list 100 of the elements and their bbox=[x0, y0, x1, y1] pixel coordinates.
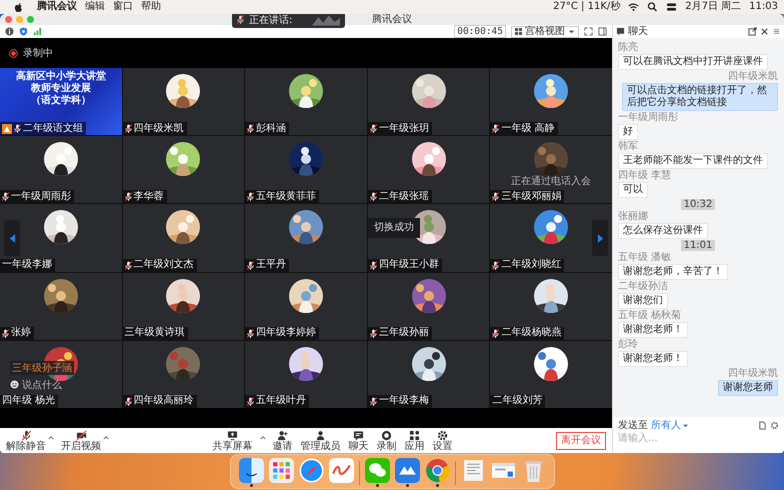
message-bubble: 可以 bbox=[618, 182, 648, 198]
signal-icon[interactable] bbox=[33, 27, 42, 36]
file-icon[interactable] bbox=[758, 420, 767, 430]
connection-note: 正在通过电话入会 bbox=[511, 176, 592, 188]
slide-text: （语文学科） bbox=[30, 95, 91, 107]
muted-mic-icon bbox=[247, 124, 254, 134]
toolbar-button[interactable]: 解除静音 bbox=[5, 430, 47, 452]
menu-item[interactable]: 帮助 bbox=[141, 0, 161, 14]
toolbar-button[interactable]: 设置 bbox=[432, 430, 454, 452]
close-button[interactable] bbox=[5, 16, 12, 23]
toolbar-button[interactable]: 共享屏幕 bbox=[212, 430, 254, 452]
message-sender: 彭玲 bbox=[618, 339, 638, 350]
muted-mic-icon bbox=[370, 124, 377, 134]
presenter-icon bbox=[2, 124, 12, 134]
muted-mic-icon bbox=[124, 260, 132, 270]
participant-name: 三年级黄诗琪 bbox=[124, 327, 185, 340]
toolbar-button[interactable]: 邀请 bbox=[272, 430, 294, 452]
message-bubble: 谢谢您老师 bbox=[718, 380, 778, 396]
participant-name: 四年级高丽玲 bbox=[134, 395, 194, 408]
muted-mic-icon bbox=[124, 192, 132, 202]
toolbar-button[interactable]: 管理成员 bbox=[300, 430, 342, 452]
info-icon[interactable] bbox=[5, 27, 14, 36]
muted-mic-icon bbox=[370, 396, 377, 406]
app-grid-icon[interactable] bbox=[268, 458, 294, 483]
participant-name: 四年级李婷婷 bbox=[256, 327, 316, 340]
wifi-icon[interactable] bbox=[628, 2, 640, 12]
participant-name: 一年级 高静 bbox=[501, 122, 555, 135]
message-bubble: 怎么保存这份课件 bbox=[618, 223, 708, 239]
chat-input-area[interactable]: 发送至 所有人 请输入... bbox=[613, 417, 784, 453]
menu-icon[interactable] bbox=[772, 27, 781, 36]
message-sender: 五年级 潘敏 bbox=[618, 252, 672, 263]
menu-item[interactable]: 腾讯会议 bbox=[37, 0, 77, 14]
message-bubble: 谢谢您们 bbox=[618, 293, 668, 309]
fullscreen-icon[interactable] bbox=[584, 27, 593, 36]
participant-name: 四年级王小群 bbox=[378, 259, 439, 272]
apple-logo-icon[interactable] bbox=[14, 2, 23, 12]
speaking-label: 正在讲话: bbox=[249, 14, 292, 26]
recording-icon bbox=[9, 48, 18, 58]
toolbar-button[interactable]: 开启视频 bbox=[60, 430, 102, 452]
message-bubble: 好 bbox=[618, 124, 638, 140]
toolbar-button[interactable]: 聊天 bbox=[348, 430, 370, 452]
pop-out-icon[interactable] bbox=[748, 27, 757, 36]
emoji-icon bbox=[10, 380, 19, 390]
compass-icon[interactable] bbox=[298, 458, 324, 483]
muted-mic-icon bbox=[492, 124, 500, 134]
message-sender: 四年级米凯 bbox=[728, 368, 778, 379]
caret-icon[interactable] bbox=[48, 435, 54, 440]
view-dropdown[interactable]: 宫格视图 bbox=[511, 26, 579, 38]
menu-item[interactable]: 窗口 bbox=[113, 0, 133, 14]
browser-icon[interactable] bbox=[424, 458, 450, 483]
message-sender: 四年级 李慧 bbox=[618, 170, 672, 181]
sidebar-icon[interactable] bbox=[598, 27, 607, 36]
switch-toast: 切换成功 bbox=[368, 218, 420, 238]
caret-icon[interactable] bbox=[103, 435, 109, 440]
message-sender: 五年级 杨秋菊 bbox=[618, 310, 682, 321]
leave-meeting-button[interactable]: 离开会议 bbox=[556, 432, 606, 450]
left-arrow-icon bbox=[8, 232, 16, 244]
settings-icon[interactable] bbox=[770, 420, 779, 430]
toolbar-button[interactable]: 录制 bbox=[376, 430, 398, 452]
chat-icon bbox=[616, 27, 625, 36]
close-icon[interactable] bbox=[760, 27, 769, 36]
control-center-icon[interactable] bbox=[666, 2, 678, 12]
recipient-dropdown[interactable]: 所有人 bbox=[651, 418, 689, 432]
muted-mic-icon bbox=[247, 260, 254, 270]
muted-mic-icon bbox=[370, 260, 377, 270]
muted-mic-icon bbox=[370, 192, 377, 202]
muted-mic-icon bbox=[20, 430, 32, 440]
apps-icon bbox=[409, 430, 420, 440]
search-icon[interactable] bbox=[647, 2, 658, 12]
status-text: 27°C | 11K/秒 bbox=[553, 0, 620, 14]
cloud-logo-icon[interactable] bbox=[394, 458, 420, 483]
muted-mic-icon bbox=[2, 328, 9, 338]
reaction-sender: 三年级孙子涵 bbox=[10, 360, 74, 375]
next-page-button[interactable] bbox=[592, 220, 608, 256]
message-bubble: 谢谢您老师，辛苦了！ bbox=[618, 264, 728, 280]
message-sender: 一年级周雨彤 bbox=[618, 112, 678, 123]
participant-name: 一年级李梅 bbox=[378, 395, 429, 408]
recording-status: 录制中 bbox=[23, 46, 53, 60]
caret-icon[interactable] bbox=[260, 435, 266, 440]
two-tone-face-icon[interactable] bbox=[238, 458, 264, 483]
caret-down-icon bbox=[568, 28, 575, 35]
muted-mic-icon bbox=[124, 396, 132, 406]
add-person-icon bbox=[277, 430, 288, 440]
muted-mic-icon bbox=[492, 260, 500, 270]
shield-icon[interactable] bbox=[19, 27, 28, 36]
participant-name: 三年级邓丽娟 bbox=[501, 190, 562, 203]
toolbar-button[interactable]: 应用 bbox=[404, 430, 426, 452]
settings-icon bbox=[437, 430, 448, 440]
chat-title: 聊天 bbox=[628, 26, 648, 38]
participant-name: 一年级周雨彤 bbox=[11, 190, 71, 203]
muted-mic-icon bbox=[247, 328, 254, 338]
participant-name: 一年级张玥 bbox=[378, 122, 429, 135]
scribble-icon[interactable] bbox=[328, 458, 354, 483]
muted-mic-icon bbox=[237, 15, 244, 24]
message-bubble: 可以点击文档的链接打开了，然后把它分享给文档链接 bbox=[622, 83, 778, 111]
previous-page-button[interactable] bbox=[4, 220, 20, 256]
participant-name: 二年级张瑶 bbox=[378, 190, 429, 203]
menu-item[interactable]: 编辑 bbox=[85, 0, 105, 14]
participant-name: 张婷 bbox=[11, 327, 31, 340]
chat-bubbles-icon[interactable] bbox=[364, 458, 390, 483]
